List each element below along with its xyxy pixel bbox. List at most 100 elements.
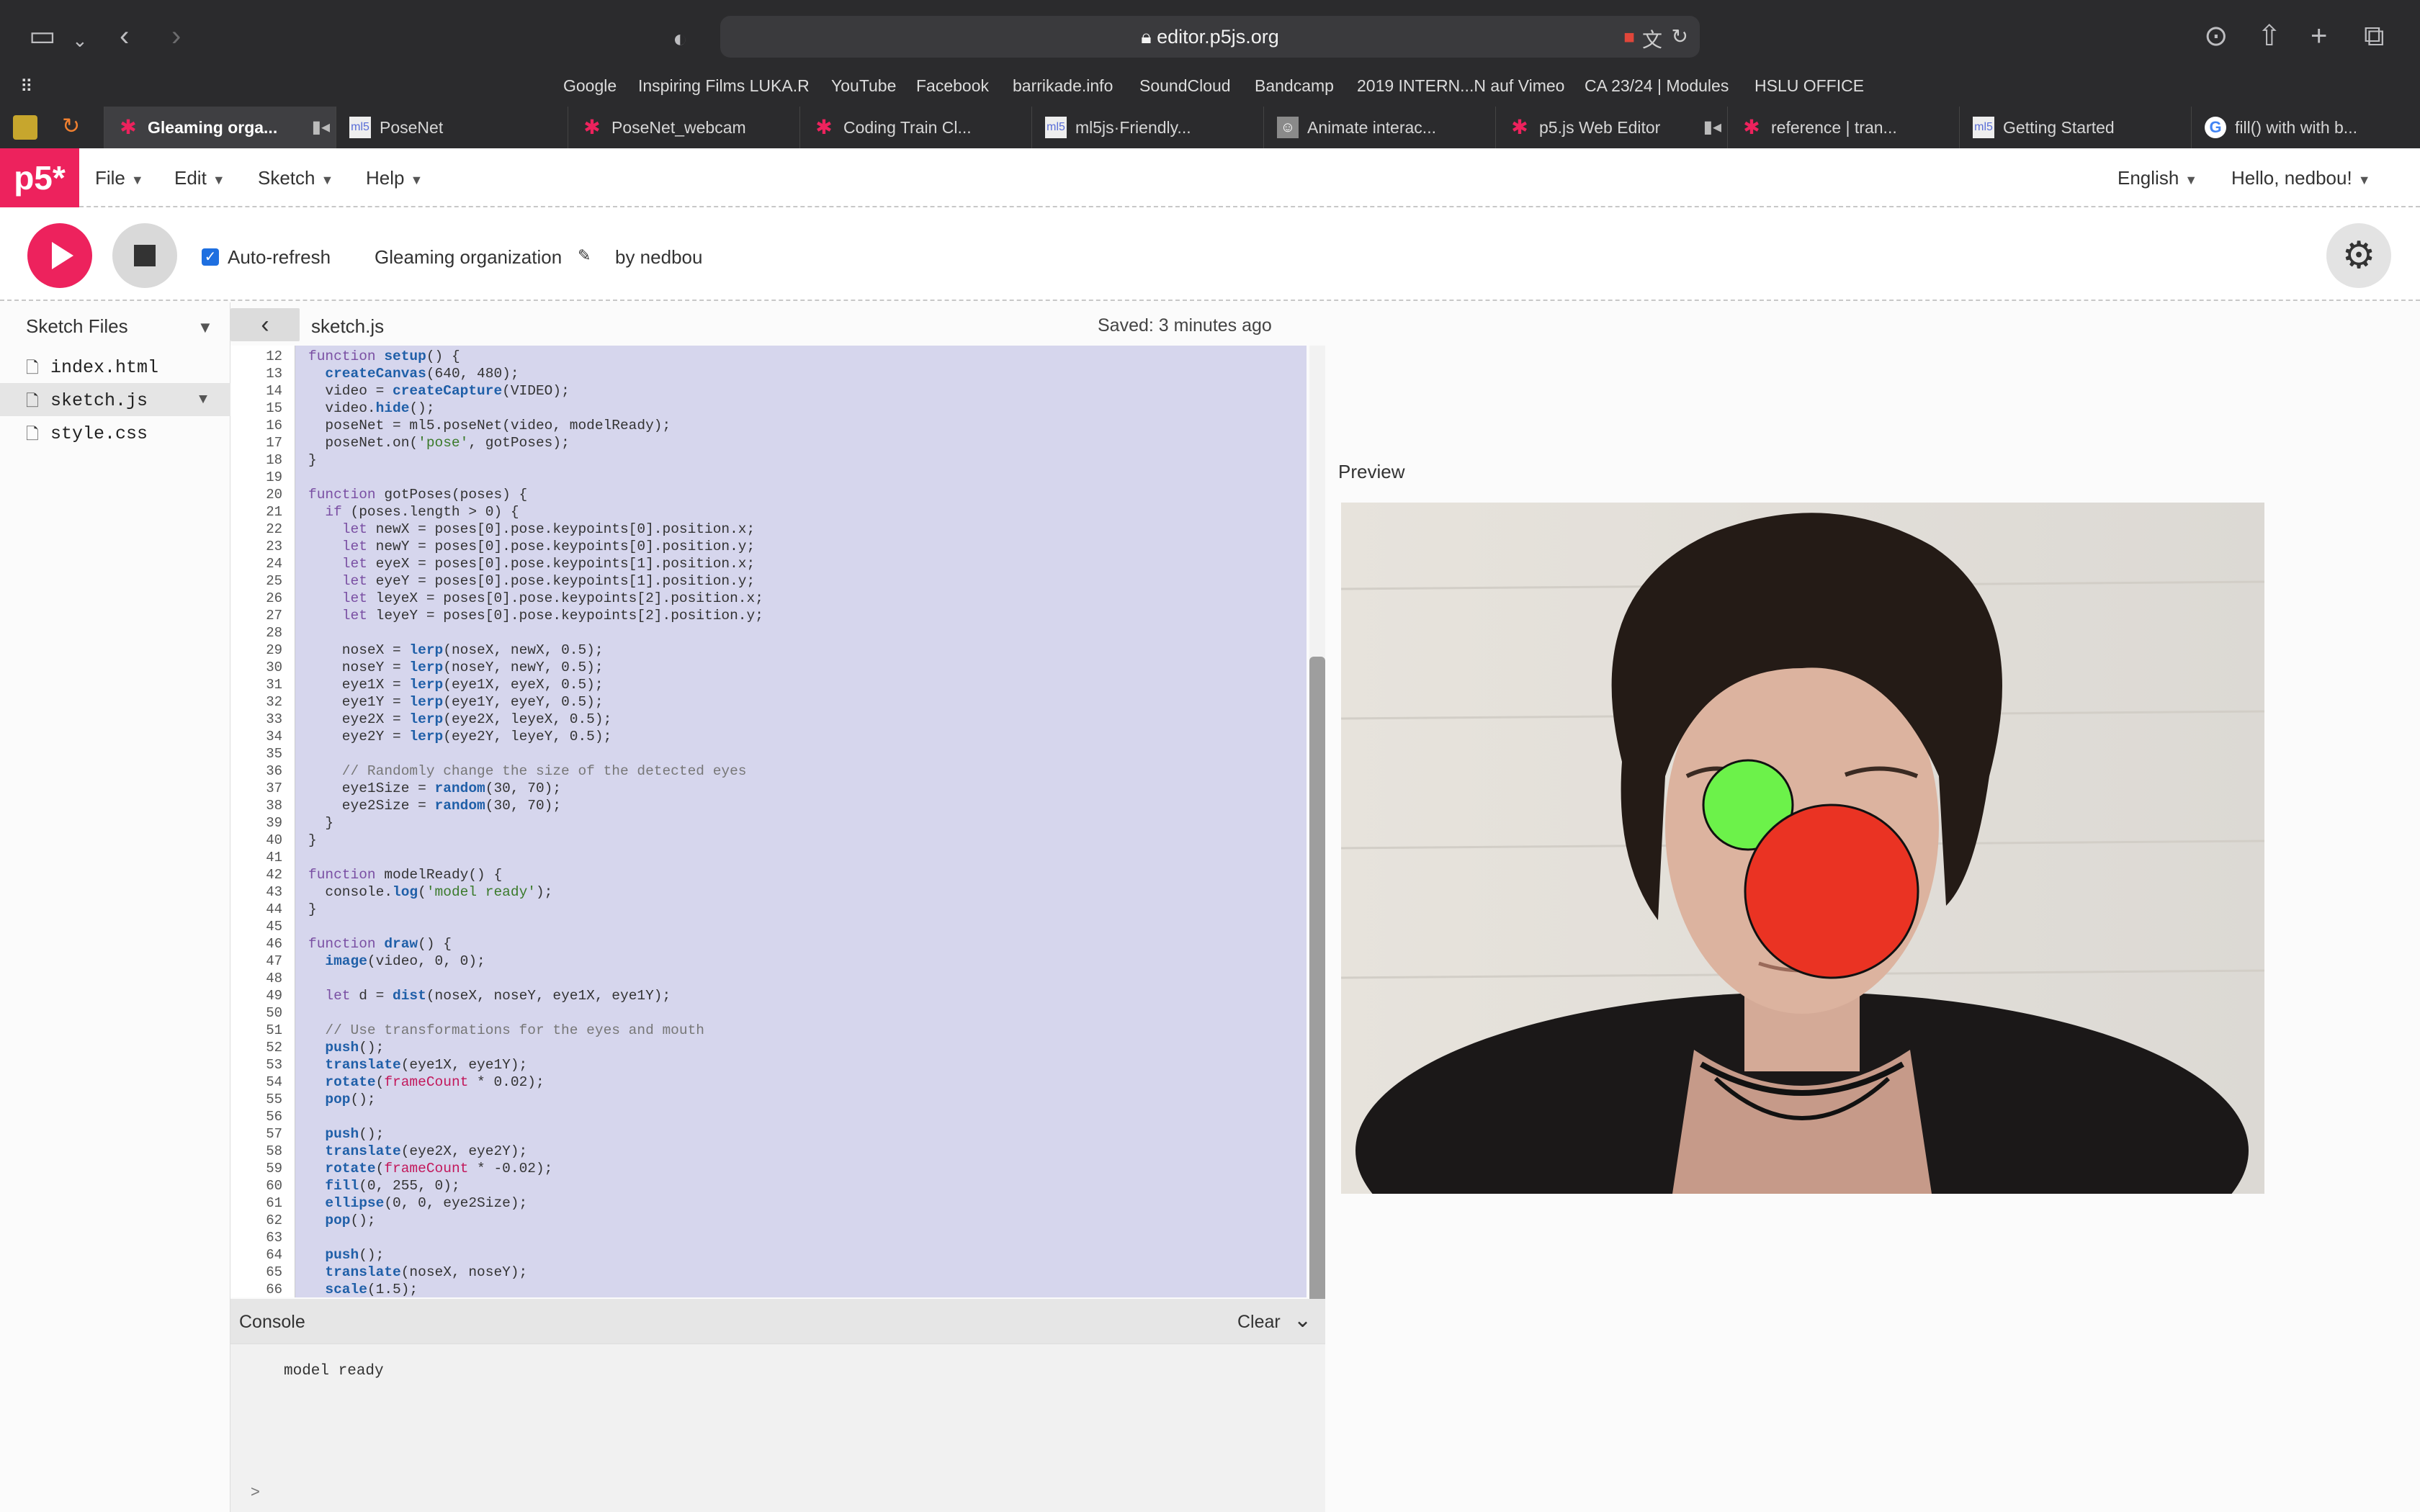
code-line[interactable]: fill(0, 255, 0); xyxy=(308,1178,460,1194)
tab-fill-google[interactable]: G fill() with with b... xyxy=(2191,107,2420,148)
code-line[interactable]: translate(noseX, noseY); xyxy=(308,1264,527,1280)
code-line[interactable]: let leyeX = poses[0].pose.keypoints[2].p… xyxy=(308,590,763,606)
code-line[interactable]: noseY = lerp(noseY, newY, 0.5); xyxy=(308,660,604,675)
code-line[interactable]: poseNet.on('pose', gotPoses); xyxy=(308,435,569,451)
file-sketch-js[interactable]: 🗋︎ sketch.js ▼ xyxy=(0,383,230,416)
code-line[interactable]: let eyeX = poses[0].pose.keypoints[1].po… xyxy=(308,556,755,572)
shield-icon[interactable]: ◐ xyxy=(673,24,688,53)
code-line[interactable]: rotate(frameCount * -0.02); xyxy=(308,1161,552,1176)
translate-icon[interactable]: 文 xyxy=(1642,24,1662,53)
chevron-down-icon[interactable]: ▼ xyxy=(197,318,213,337)
tab-reference-translate[interactable]: ✱ reference | tran... xyxy=(1727,107,1959,148)
play-button[interactable] xyxy=(27,223,92,288)
bookmark-vimeo[interactable]: 2019 INTERN...N auf Vimeo xyxy=(1357,76,1564,96)
reload-icon[interactable]: ↻ xyxy=(1672,24,1688,48)
code-line[interactable]: translate(eye1X, eye1Y); xyxy=(308,1057,527,1073)
code-line[interactable]: rotate(frameCount * 0.02); xyxy=(308,1074,544,1090)
code-line[interactable]: } xyxy=(308,832,317,848)
menu-edit[interactable]: Edit ▼ xyxy=(174,167,225,189)
menu-file[interactable]: File ▼ xyxy=(95,167,144,189)
code-line[interactable]: noseX = lerp(noseX, newX, 0.5); xyxy=(308,642,604,658)
tab-p5js-web-editor[interactable]: ✱ p5.js Web Editor ▮◂ xyxy=(1495,107,1727,148)
sidebar-toggle-icon[interactable]: ▭ xyxy=(29,22,56,50)
code-line[interactable]: eye1Y = lerp(eye1Y, eyeY, 0.5); xyxy=(308,694,604,710)
code-line[interactable]: function modelReady() { xyxy=(308,867,502,883)
settings-button[interactable]: ⚙ xyxy=(2326,223,2391,288)
code-line[interactable]: let newY = poses[0].pose.keypoints[0].po… xyxy=(308,539,755,554)
code-line[interactable]: } xyxy=(308,452,317,468)
code-line[interactable]: scale(1.5); xyxy=(308,1282,418,1297)
address-bar[interactable]: 🔒︎ editor.p5js.org ■ 文 ↻ xyxy=(720,16,1700,58)
pinned-tab-icon[interactable] xyxy=(13,115,37,140)
code-line[interactable]: eye2X = lerp(eye2X, leyeX, 0.5); xyxy=(308,711,612,727)
auto-refresh-checkbox[interactable]: ✓ xyxy=(202,248,219,266)
code-line[interactable]: createCanvas(640, 480); xyxy=(308,366,519,382)
chevron-down-icon[interactable]: ⌄ xyxy=(1294,1308,1312,1333)
code-line[interactable]: push(); xyxy=(308,1126,384,1142)
bookmark-hslu-office[interactable]: HSLU OFFICE xyxy=(1754,76,1864,96)
bookmark-bandcamp[interactable]: Bandcamp xyxy=(1255,76,1334,96)
code-line[interactable]: let leyeY = poses[0].pose.keypoints[2].p… xyxy=(308,608,763,624)
code-editor[interactable]: 12 13 14 15 16 17 18 19 20 21 22 23 24 25 26 27 28 29 30 31… xyxy=(230,346,1307,1297)
pinned-tab-sync-icon[interactable]: ↻ xyxy=(62,114,80,139)
new-tab-icon[interactable]: + xyxy=(2311,22,2327,50)
chevron-down-icon[interactable]: ⌄ xyxy=(72,26,88,55)
code-line[interactable]: image(video, 0, 0); xyxy=(308,953,485,969)
code-line[interactable]: } xyxy=(308,815,333,831)
menu-help[interactable]: Help ▼ xyxy=(366,167,423,189)
collapse-sidebar-button[interactable]: ‹ xyxy=(230,308,300,341)
bookmark-google[interactable]: Google xyxy=(563,76,617,96)
code-line[interactable]: function setup() { xyxy=(308,348,460,364)
downloads-icon[interactable]: ⊙ xyxy=(2204,22,2228,50)
bookmark-facebook[interactable]: Facebook xyxy=(916,76,989,96)
code-line[interactable]: // Randomly change the size of the detec… xyxy=(308,763,747,779)
tab-gleaming-organization[interactable]: ✱ Gleaming orga... ▮◂ xyxy=(104,107,336,148)
tab-animate-interactive[interactable]: ☺ Animate interac... xyxy=(1263,107,1495,148)
code-line[interactable]: eye2Size = random(30, 70); xyxy=(308,798,561,814)
sketch-name[interactable]: Gleaming organization xyxy=(375,246,562,269)
console-clear-button[interactable]: Clear xyxy=(1237,1312,1281,1333)
code-line[interactable]: let eyeY = poses[0].pose.keypoints[1].po… xyxy=(308,573,755,589)
code-line[interactable]: push(); xyxy=(308,1247,384,1263)
camera-icon[interactable]: ■ xyxy=(1623,26,1635,48)
bookmark-youtube[interactable]: YouTube xyxy=(831,76,896,96)
sketch-preview-canvas[interactable] xyxy=(1341,503,2264,1194)
code-line[interactable]: video.hide(); xyxy=(308,400,434,416)
code-line[interactable]: poseNet = ml5.poseNet(video, modelReady)… xyxy=(308,418,671,433)
code-line[interactable]: ellipse(0, 0, eye2Size); xyxy=(308,1195,527,1211)
back-icon[interactable]: ‹ xyxy=(120,22,129,50)
code-line[interactable]: pop(); xyxy=(308,1212,375,1228)
apps-grid-icon[interactable]: ⠿ xyxy=(20,76,33,97)
code-line[interactable]: } xyxy=(308,901,317,917)
pencil-icon[interactable]: ✎ xyxy=(578,246,591,265)
code-line[interactable]: let newX = poses[0].pose.keypoints[0].po… xyxy=(308,521,755,537)
chevron-down-icon[interactable]: ▼ xyxy=(199,392,207,408)
editor-scrollbar-thumb[interactable] xyxy=(1309,657,1325,1365)
code-line[interactable]: function draw() { xyxy=(308,936,452,952)
tab-overview-icon[interactable]: ⧉ xyxy=(2364,22,2385,50)
code-line[interactable]: eye1Size = random(30, 70); xyxy=(308,780,561,796)
bookmark-barrikade[interactable]: barrikade.info xyxy=(1013,76,1113,96)
language-selector[interactable]: English ▼ xyxy=(2118,167,2197,189)
file-style-css[interactable]: 🗋︎ style.css xyxy=(0,416,230,449)
code-line[interactable]: // Use transformations for the eyes and … xyxy=(308,1022,704,1038)
code-line[interactable]: if (poses.length > 0) { xyxy=(308,504,519,520)
tab-coding-train[interactable]: ✱ Coding Train Cl... xyxy=(799,107,1031,148)
code-line[interactable]: eye1X = lerp(eye1X, eyeX, 0.5); xyxy=(308,677,604,693)
stop-button[interactable] xyxy=(112,223,177,288)
bookmark-inspiring-films[interactable]: Inspiring Films LUKA.R xyxy=(638,76,810,96)
code-line[interactable]: translate(eye2X, eye2Y); xyxy=(308,1143,527,1159)
code-line[interactable]: eye2Y = lerp(eye2Y, leyeY, 0.5); xyxy=(308,729,612,744)
code-line[interactable]: console.log('model ready'); xyxy=(308,884,552,900)
tab-posenet[interactable]: ml5 PoseNet xyxy=(336,107,568,148)
menu-sketch[interactable]: Sketch ▼ xyxy=(258,167,333,189)
tab-getting-started[interactable]: ml5 Getting Started xyxy=(1959,107,2191,148)
p5-logo[interactable]: p5* xyxy=(0,148,79,207)
tab-ml5js-friendly[interactable]: ml5 ml5js·Friendly... xyxy=(1031,107,1263,148)
tab-posenet-webcam[interactable]: ✱ PoseNet_webcam xyxy=(568,107,799,148)
user-menu[interactable]: Hello, nedbou! ▼ xyxy=(2231,167,2371,189)
bookmark-ca-modules[interactable]: CA 23/24 | Modules xyxy=(1585,76,1729,96)
code-line[interactable]: push(); xyxy=(308,1040,384,1056)
file-index-html[interactable]: 🗋︎ index.html xyxy=(0,350,230,383)
code-line[interactable]: let d = dist(noseX, noseY, eye1X, eye1Y)… xyxy=(308,988,671,1004)
